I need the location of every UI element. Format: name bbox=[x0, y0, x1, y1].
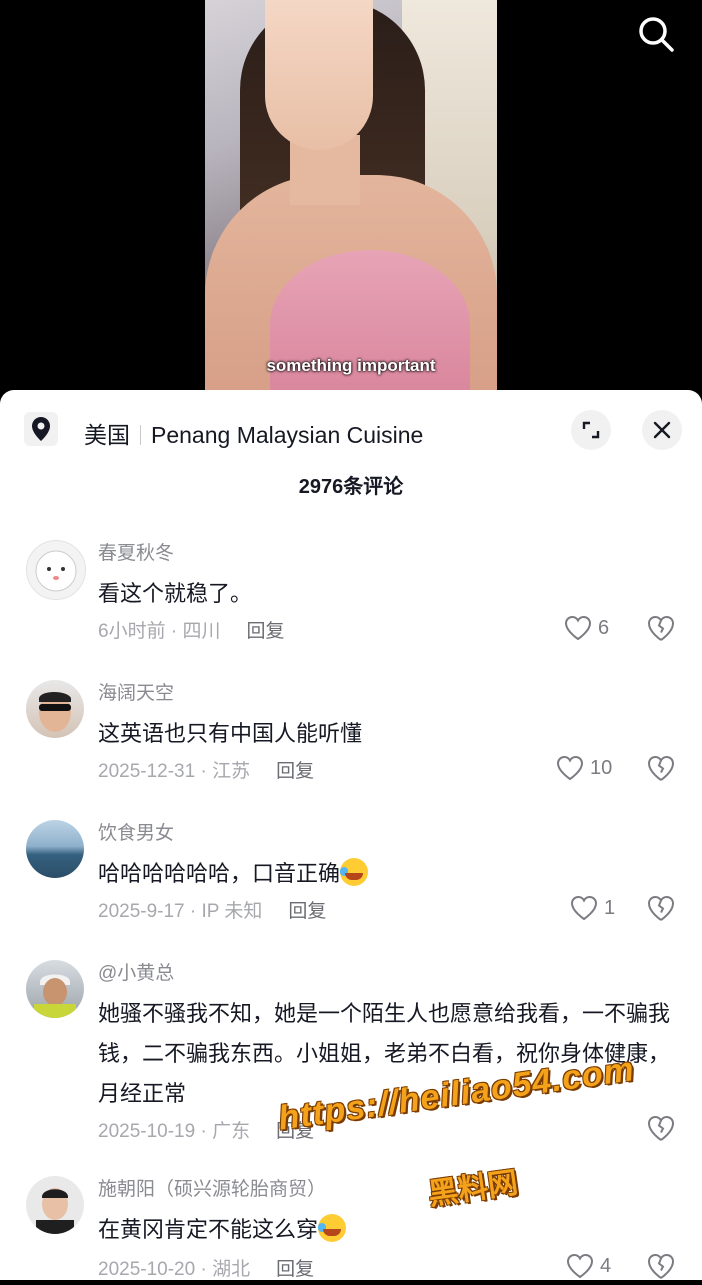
location-row[interactable]: 美国 Penang Malaysian Cuisine bbox=[0, 410, 702, 450]
dislike-button[interactable] bbox=[646, 614, 676, 644]
comment-time-location: 2025-10-20 · 湖北 bbox=[98, 1259, 251, 1280]
comment-username[interactable]: 春夏秋冬 bbox=[98, 538, 174, 565]
close-icon bbox=[653, 421, 671, 439]
avatar[interactable] bbox=[26, 540, 86, 600]
expand-button[interactable] bbox=[571, 410, 611, 450]
reply-button[interactable]: 回复 bbox=[276, 761, 314, 782]
like-button[interactable]: 4 bbox=[562, 1252, 642, 1282]
comment-meta: 6小时前 · 四川 回复 bbox=[98, 616, 284, 643]
laughing-tears-emoji bbox=[318, 1214, 347, 1242]
comment-count: 2976条评论 bbox=[298, 476, 404, 498]
comment-text-content: 在黄冈肯定不能这么穿 bbox=[98, 1217, 319, 1242]
like-count: 1 bbox=[604, 897, 616, 919]
location-country: 美国 bbox=[84, 422, 130, 448]
video-frame bbox=[205, 0, 497, 392]
avatar[interactable] bbox=[26, 680, 84, 738]
comment-username[interactable]: 海阔天空 bbox=[98, 678, 174, 705]
reply-button[interactable]: 回复 bbox=[288, 901, 326, 922]
location-divider bbox=[140, 425, 141, 445]
comment-username[interactable]: 施朝阳（硕兴源轮胎商贸） bbox=[98, 1174, 326, 1201]
reply-button[interactable]: 回复 bbox=[246, 621, 284, 642]
comment-time-location: 2025-12-31 · 江苏 bbox=[98, 761, 251, 782]
comment-text: 看这个就稳了。 bbox=[98, 581, 253, 606]
comment-username[interactable]: @小黄总 bbox=[98, 958, 174, 985]
comment-time-location: 6小时前 · 四川 bbox=[98, 621, 221, 642]
like-count: 10 bbox=[590, 757, 613, 779]
broken-heart-icon bbox=[647, 1115, 675, 1141]
dislike-button[interactable] bbox=[646, 1114, 676, 1144]
heart-outline-icon bbox=[564, 615, 592, 641]
avatar[interactable] bbox=[26, 960, 84, 1018]
like-button[interactable]: 10 bbox=[552, 754, 632, 784]
comment-text-content: 哈哈哈哈哈哈，口音正确 bbox=[98, 861, 341, 886]
avatar[interactable] bbox=[26, 1176, 84, 1234]
dislike-button[interactable] bbox=[646, 754, 676, 784]
comment-text: 这英语也只有中国人能听懂 bbox=[98, 721, 363, 746]
heart-outline-icon bbox=[556, 755, 584, 781]
comment-time-location: 2025-9-17 · IP 未知 bbox=[98, 901, 263, 922]
comment-text: 哈哈哈哈哈哈，口音正确 bbox=[98, 854, 673, 894]
like-count: 6 bbox=[598, 617, 610, 639]
reply-button[interactable]: 回复 bbox=[276, 1259, 314, 1280]
dislike-button[interactable] bbox=[646, 1252, 676, 1282]
location-place: Penang Malaysian Cuisine bbox=[151, 422, 424, 448]
broken-heart-icon bbox=[647, 615, 675, 641]
search-icon bbox=[639, 17, 674, 52]
like-count: 4 bbox=[600, 1255, 612, 1277]
dislike-button[interactable] bbox=[646, 894, 676, 924]
heart-outline-icon bbox=[566, 1253, 594, 1279]
video-person-face bbox=[265, 0, 373, 150]
video-subtitle: something important bbox=[266, 356, 436, 375]
video-player[interactable]: something important bbox=[0, 0, 702, 400]
laughing-tears-emoji bbox=[340, 858, 369, 886]
comment-meta: 2025-12-31 · 江苏 回复 bbox=[98, 756, 314, 783]
heart-outline-icon bbox=[570, 895, 598, 921]
comment-time-location: 2025-10-19 · 广东 bbox=[98, 1121, 251, 1142]
comment-username[interactable]: 饮食男女 bbox=[98, 818, 174, 845]
close-button[interactable] bbox=[642, 410, 682, 450]
expand-icon bbox=[582, 421, 600, 439]
location-pin-icon bbox=[24, 412, 58, 446]
broken-heart-icon bbox=[647, 755, 675, 781]
broken-heart-icon bbox=[647, 895, 675, 921]
broken-heart-icon bbox=[647, 1253, 675, 1279]
comment-meta: 2025-10-20 · 湖北 回复 bbox=[98, 1254, 314, 1281]
like-button[interactable]: 6 bbox=[560, 614, 640, 644]
search-button[interactable] bbox=[636, 14, 676, 54]
location-label[interactable]: 美国 Penang Malaysian Cuisine bbox=[84, 416, 423, 450]
avatar[interactable] bbox=[26, 820, 84, 878]
comment-text: 在黄冈肯定不能这么穿 bbox=[98, 1210, 673, 1250]
like-button[interactable]: 1 bbox=[566, 894, 646, 924]
comment-meta: 2025-9-17 · IP 未知 回复 bbox=[98, 896, 326, 923]
